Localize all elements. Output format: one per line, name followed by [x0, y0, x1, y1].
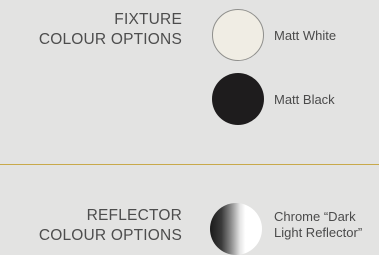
reflector-heading-line1: REFLECTOR	[86, 207, 182, 224]
reflector-colour-options-heading: REFLECTOR COLOUR OPTIONS	[39, 206, 182, 246]
chrome-reflector-label: Chrome “Dark Light Reflector”	[274, 209, 362, 241]
section-divider	[0, 164, 379, 165]
reflector-heading-line2: COLOUR OPTIONS	[38, 227, 182, 244]
matt-white-swatch	[212, 9, 264, 61]
fixture-heading-line2: COLOUR OPTIONS	[38, 31, 182, 48]
fixture-colour-options-heading: FIXTURE COLOUR OPTIONS	[39, 10, 182, 50]
chrome-label-line2: Light Reflector”	[274, 225, 363, 240]
chrome-label-line1: Chrome “Dark	[274, 209, 356, 224]
fixture-heading-line1: FIXTURE	[114, 11, 182, 28]
matt-black-swatch	[212, 73, 264, 125]
chrome-reflector-swatch	[210, 203, 262, 255]
matt-white-label: Matt White	[274, 28, 337, 43]
matt-black-label: Matt Black	[274, 92, 335, 107]
